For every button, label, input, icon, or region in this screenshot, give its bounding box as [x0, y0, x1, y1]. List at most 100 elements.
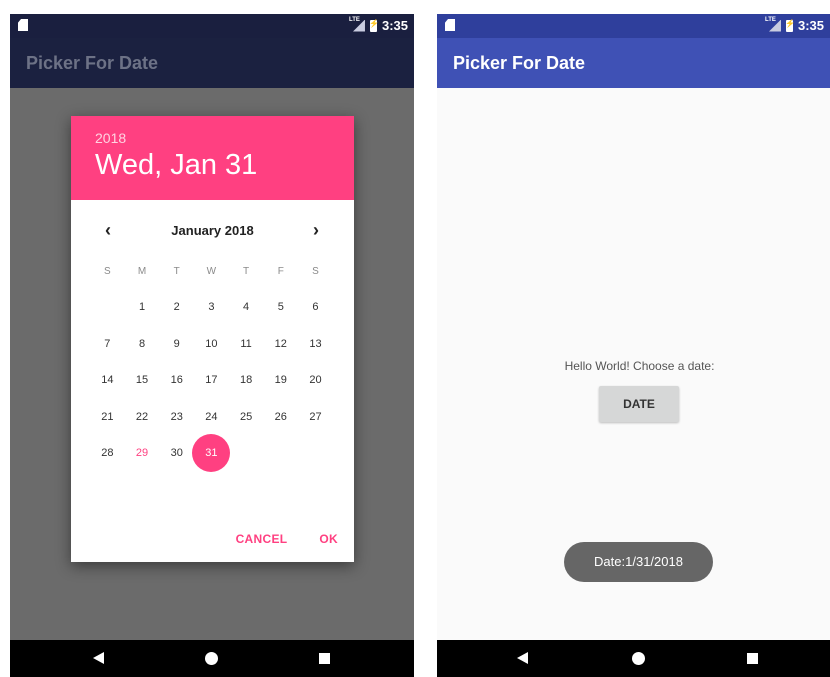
calendar-day[interactable]: 29: [125, 435, 160, 472]
calendar-day-label: 19: [274, 374, 287, 386]
calendar-day-label: 27: [309, 410, 322, 423]
calendar-day[interactable]: 8: [125, 326, 160, 363]
calendar-day[interactable]: 10: [194, 326, 229, 363]
calendar-day-label: 3: [208, 301, 215, 313]
calendar-day-label: 13: [309, 337, 322, 350]
calendar-day-label: 21: [101, 410, 114, 423]
battery-icon: [369, 19, 379, 32]
weekday-label: T: [243, 266, 250, 277]
status-bar: LTE 3:35: [10, 14, 414, 38]
calendar-day-label: 5: [277, 301, 284, 313]
calendar-day[interactable]: 18: [229, 362, 264, 399]
calendar-day[interactable]: 2: [159, 289, 194, 326]
cancel-button[interactable]: CANCEL: [220, 532, 304, 546]
calendar-day[interactable]: 26: [263, 399, 298, 436]
left-phone-screen: LTE 3:35 Picker For Date 2018 Wed, Jan 3…: [10, 14, 414, 677]
calendar-day-label: 20: [309, 374, 322, 386]
calendar-day[interactable]: 3: [194, 289, 229, 326]
calendar-day-label: 24: [205, 410, 218, 423]
calendar-day[interactable]: 16: [159, 362, 194, 399]
calendar-day[interactable]: 30: [159, 435, 194, 472]
app-title: Picker For Date: [26, 53, 159, 73]
weekday-label: F: [277, 266, 284, 277]
battery-icon: [785, 19, 795, 32]
calendar-day[interactable]: 11: [229, 326, 264, 363]
calendar-day[interactable]: 13: [298, 326, 333, 363]
home-icon[interactable]: [632, 652, 645, 665]
header-selected-date[interactable]: Wed, Jan 31: [95, 149, 354, 182]
status-icons: LTE 3:35: [348, 16, 408, 34]
app-bar: Picker For Date: [437, 38, 830, 88]
app-title: Picker For Date: [453, 53, 586, 73]
calendar-day-label: 16: [170, 374, 183, 386]
calendar-day[interactable]: 21: [90, 399, 125, 436]
weekday-label: T: [173, 266, 180, 277]
network-type-label: LTE: [348, 16, 360, 23]
calendar-day[interactable]: 17: [194, 362, 229, 399]
home-icon[interactable]: [205, 652, 218, 665]
recent-apps-icon[interactable]: [319, 653, 330, 664]
calendar-day[interactable]: 28: [90, 435, 125, 472]
status-icons: LTE 3:35: [764, 16, 824, 34]
calendar-day-label: 30: [170, 447, 183, 459]
weekday-label: S: [312, 266, 319, 277]
calendar-day[interactable]: 24: [194, 399, 229, 436]
status-bar: LTE 3:35: [437, 14, 830, 38]
calendar-day-label: 11: [240, 337, 252, 350]
calendar-day-label: 22: [135, 410, 149, 423]
calendar-day-label: 12: [274, 337, 287, 350]
app-bar: Picker For Date: [10, 38, 414, 88]
calendar-day[interactable]: 7: [90, 326, 125, 363]
date-picker-header: 2018 Wed, Jan 31: [71, 116, 354, 200]
calendar-day-label: 2: [173, 301, 180, 313]
calendar-day[interactable]: 4: [229, 289, 264, 326]
calendar-day-label: 6: [312, 301, 319, 313]
dialog-actions: CANCEL OK: [220, 532, 354, 546]
recent-apps-icon[interactable]: [747, 653, 758, 664]
navigation-bar: [10, 640, 414, 677]
month-navigation: ‹ January 2018 ›: [71, 220, 354, 242]
calendar-day[interactable]: 20: [298, 362, 333, 399]
ok-button[interactable]: OK: [303, 532, 354, 546]
calendar-day[interactable]: 19: [263, 362, 298, 399]
calendar-day[interactable]: 27: [298, 399, 333, 436]
calendar-day-label: 15: [135, 374, 149, 386]
calendar-day-label: 23: [170, 410, 183, 423]
calendar-day-label: 28: [101, 447, 114, 459]
calendar-day-label: 4: [243, 301, 250, 313]
hello-text: Hello World! Choose a date:: [564, 359, 715, 373]
date-button[interactable]: DATE: [599, 386, 679, 422]
calendar-day[interactable]: 12: [263, 326, 298, 363]
calendar-day-label: 31: [205, 447, 218, 459]
calendar-day[interactable]: 15: [125, 362, 160, 399]
calendar-day-label: 25: [239, 410, 253, 423]
weekday-label: M: [137, 266, 147, 277]
calendar-day[interactable]: 1: [125, 289, 160, 326]
calendar-day-label: 26: [274, 410, 287, 423]
toast-message: Date:1/31/2018: [564, 542, 713, 582]
calendar-day[interactable]: 31: [192, 434, 231, 472]
weekday-label: S: [104, 266, 111, 277]
calendar-day[interactable]: 9: [159, 326, 194, 363]
calendar-day-label: 7: [104, 337, 111, 350]
status-clock: 3:35: [797, 18, 824, 33]
sd-card-icon: [445, 19, 455, 31]
back-icon[interactable]: [517, 652, 528, 664]
chevron-right-icon[interactable]: ›: [305, 220, 327, 242]
calendar-day[interactable]: 25: [229, 399, 264, 436]
sd-card-icon: [18, 19, 28, 31]
back-icon[interactable]: [93, 652, 104, 664]
calendar-day[interactable]: 14: [90, 362, 125, 399]
calendar-day[interactable]: 22: [125, 399, 160, 436]
calendar-day[interactable]: 6: [298, 289, 333, 326]
calendar-day-label: 18: [239, 374, 253, 386]
date-picker-dialog: 2018 Wed, Jan 31 ‹ January 2018 › SMTWTF…: [71, 116, 354, 562]
status-clock: 3:35: [381, 18, 408, 33]
calendar-day-label: 8: [138, 337, 146, 350]
calendar-day[interactable]: 5: [263, 289, 298, 326]
network-type-label: LTE: [764, 16, 776, 23]
calendar-day-label: 29: [135, 447, 149, 459]
right-phone-screen: LTE 3:35 Picker For Date Hello World! Ch…: [437, 14, 830, 677]
header-year[interactable]: 2018: [95, 130, 354, 146]
calendar-day[interactable]: 23: [159, 399, 194, 436]
